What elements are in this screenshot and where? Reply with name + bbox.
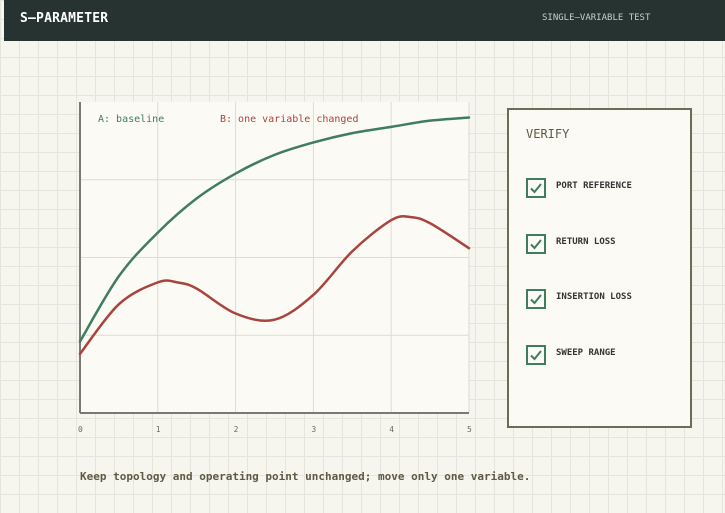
footer-note: Keep topology and operating point unchan… bbox=[80, 470, 531, 483]
check-icon bbox=[530, 183, 542, 194]
verify-item-return-loss[interactable]: RETURN LOSS bbox=[526, 234, 686, 254]
verify-item-port-reference[interactable]: PORT REFERENCE bbox=[526, 178, 686, 198]
verify-title: VERIFY bbox=[526, 127, 570, 141]
x-tick-label: 4 bbox=[389, 425, 394, 434]
checkbox[interactable] bbox=[526, 234, 546, 254]
checkbox[interactable] bbox=[526, 345, 546, 365]
verify-item-label: SWEEP RANGE bbox=[556, 348, 616, 358]
verify-item-insertion-loss[interactable]: INSERTION LOSS bbox=[526, 289, 686, 309]
check-icon bbox=[530, 294, 542, 305]
check-icon bbox=[530, 350, 542, 361]
checkbox[interactable] bbox=[526, 289, 546, 309]
x-tick-label: 2 bbox=[234, 425, 239, 434]
x-tick-label: 1 bbox=[156, 425, 161, 434]
verify-panel: VERIFY PORT REFERENCE RETURN LOSS INSERT… bbox=[507, 108, 692, 428]
legend-entry: B: one variable changed bbox=[220, 114, 358, 125]
check-icon bbox=[530, 239, 542, 250]
legend-entry: A: baseline bbox=[98, 114, 164, 125]
checkbox[interactable] bbox=[526, 178, 546, 198]
verify-item-label: RETURN LOSS bbox=[556, 237, 616, 247]
verify-item-label: PORT REFERENCE bbox=[556, 181, 632, 191]
x-tick-label: 5 bbox=[467, 425, 472, 434]
x-tick-label: 3 bbox=[311, 425, 316, 434]
verify-item-sweep-range[interactable]: SWEEP RANGE bbox=[526, 345, 686, 365]
verify-item-label: INSERTION LOSS bbox=[556, 292, 632, 302]
x-tick-label: 0 bbox=[78, 425, 83, 434]
